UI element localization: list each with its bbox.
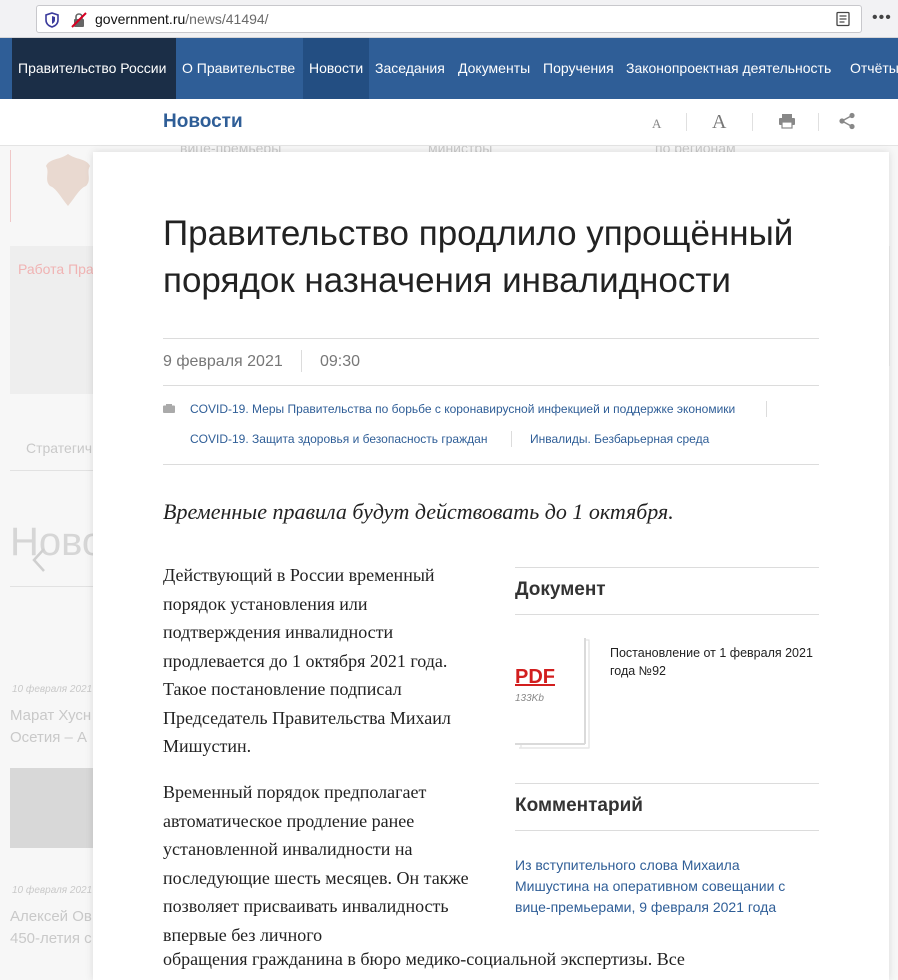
article-lead: Временные правила будут действовать до 1… [163, 499, 674, 524]
comment-heading: Комментарий [515, 795, 643, 816]
divider [515, 783, 819, 784]
bg-text: Осетия – А [10, 729, 88, 746]
tool-divider [818, 113, 819, 131]
section-title[interactable]: Новости [163, 111, 243, 133]
tag-link-disabled-people[interactable]: Инвалиды. Безбарьерная среда [530, 432, 709, 446]
divider [163, 385, 819, 386]
tag-divider [511, 431, 512, 447]
document-title-link[interactable]: Постановление от 1 февраля 2021 года №92 [610, 644, 822, 680]
print-icon[interactable] [778, 113, 796, 129]
tag-divider [766, 401, 767, 417]
article-date: 9 февраля 2021 [163, 353, 283, 370]
bg-text: 10 февраля 2021 [12, 885, 93, 896]
divider [515, 567, 819, 568]
bg-text: Стратегич [26, 440, 93, 456]
reader-view-icon[interactable] [835, 11, 851, 27]
emblem-icon [46, 154, 90, 206]
article-title: Правительство продлило упрощённый порядо… [163, 214, 794, 300]
pdf-file-size: 133Kb [515, 693, 544, 704]
chevron-left-icon [32, 548, 45, 572]
date-divider [301, 350, 302, 372]
article-paragraph-continued: обращения гражданина в бюро медико-социа… [163, 949, 685, 969]
address-bar[interactable]: government.ru/news/41494/ [36, 5, 862, 33]
bg-divider [10, 586, 94, 587]
share-icon[interactable] [838, 112, 856, 130]
tag-link-covid-measures[interactable]: COVID-19. Меры Правительства по борьбе с… [190, 402, 735, 416]
nav-item-orders[interactable]: Поручения [537, 38, 620, 99]
url-path: /news/41494/ [185, 11, 269, 27]
nav-item-meetings[interactable]: Заседания [369, 38, 451, 99]
nav-item-reports[interactable]: Отчёты [844, 38, 898, 99]
tool-divider [752, 113, 753, 131]
article-paragraph: Временный порядок предполагает автоматич… [163, 782, 469, 945]
bg-text: Марат Хусн [10, 707, 92, 724]
bg-text: Работа Пра [18, 261, 94, 277]
tag-link-covid-health[interactable]: COVID-19. Защита здоровья и безопасность… [190, 432, 487, 446]
browser-toolbar: government.ru/news/41494/ ••• [0, 0, 898, 38]
bg-right-column [889, 246, 898, 366]
folder-icon [163, 404, 175, 413]
nav-item-legislation[interactable]: Законопроектная деятельность [620, 38, 837, 99]
bg-divider [10, 470, 94, 471]
pdf-download-link[interactable]: PDF [515, 666, 555, 689]
divider [515, 614, 819, 615]
comment-link[interactable]: Из вступительного слова Михаила Мишустин… [515, 855, 805, 918]
article-modal: Правительство продлило упрощённый порядо… [93, 152, 889, 980]
font-increase-button[interactable]: A [712, 111, 726, 134]
nav-item-documents[interactable]: Документы [452, 38, 536, 99]
bg-text: Алексей Ов [10, 908, 92, 925]
shield-icon[interactable] [45, 12, 59, 28]
article-time: 09:30 [320, 353, 361, 370]
divider [163, 464, 819, 465]
bg-text: Ново [10, 520, 105, 564]
nav-item-news[interactable]: Новости [303, 38, 369, 99]
section-header: Новости A A [0, 99, 898, 146]
main-navigation: Правительство России О Правительстве Нов… [0, 38, 898, 99]
url-domain: government.ru [95, 11, 186, 27]
nav-item-about[interactable]: О Правительстве [176, 38, 301, 99]
more-menu-icon[interactable]: ••• [872, 10, 892, 26]
bg-text: 10 февраля 2021 [12, 684, 93, 695]
nav-home-link[interactable]: Правительство России [12, 38, 176, 99]
tool-divider [686, 113, 687, 131]
bg-text: 450-летия с [10, 930, 92, 947]
bg-divider [10, 150, 11, 222]
document-heading: Документ [515, 579, 606, 600]
font-decrease-button[interactable]: A [652, 116, 661, 132]
divider [515, 830, 819, 831]
insecure-lock-icon[interactable] [71, 12, 87, 28]
bg-photo [10, 768, 94, 848]
url-text: government.ru/news/41494/ [95, 11, 269, 27]
divider [163, 338, 819, 339]
article-paragraph: Действующий в России временный порядок у… [163, 565, 451, 756]
